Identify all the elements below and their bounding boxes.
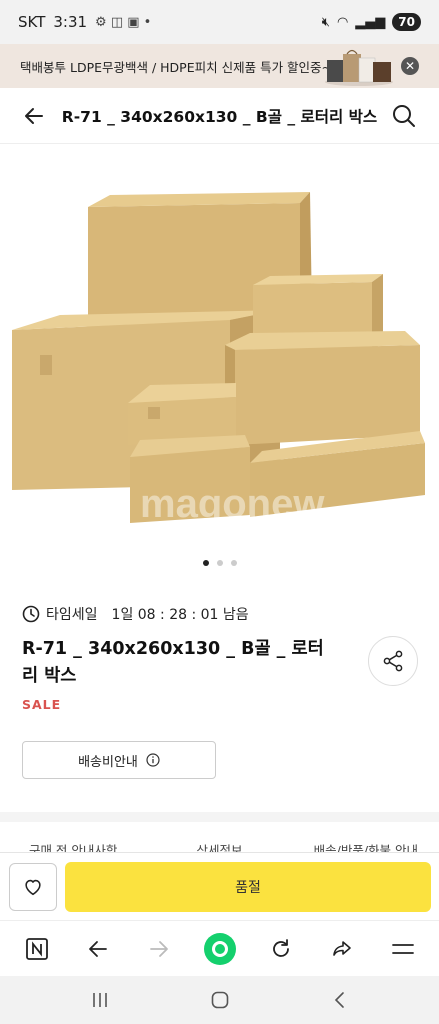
clock-time: 3:31 (53, 13, 88, 31)
close-icon[interactable]: ✕ (401, 57, 419, 75)
browser-back-button[interactable] (78, 929, 118, 969)
arrow-right-icon (149, 940, 168, 957)
carousel-dot[interactable] (216, 560, 223, 566)
browser-toolbar (0, 920, 439, 976)
notification-icons: ⚙ ◫ ▣ • (95, 14, 152, 30)
timesale-label: 타임세일 (46, 607, 98, 623)
recent-apps-icon[interactable] (90, 991, 110, 1009)
green-dot-icon (203, 932, 236, 965)
boxes-illustration (12, 192, 425, 523)
green-dot-button[interactable] (200, 929, 240, 969)
carousel-dot[interactable] (202, 560, 209, 566)
share-icon (383, 650, 403, 672)
system-nav-bar (0, 976, 439, 1024)
clock-icon (22, 605, 40, 623)
product-image[interactable]: magonew (0, 145, 439, 555)
timesale-remaining: 1일 08 : 28 : 01 남음 (111, 607, 249, 623)
arrow-left-icon (88, 940, 107, 957)
search-icon[interactable] (391, 103, 417, 129)
soldout-label: 품절 (235, 880, 261, 896)
reload-icon (272, 938, 289, 957)
wifi-icon: ◠ (336, 14, 349, 30)
heart-icon (25, 879, 41, 896)
arrow-left-icon[interactable] (22, 104, 46, 128)
carousel-dot[interactable] (230, 560, 237, 566)
sale-badge: SALE (22, 697, 62, 712)
promo-text: 택배봉투 LDPE무광백색 / HDPE피치 신제품 특가 할인중~!! (20, 59, 343, 75)
reload-button[interactable] (261, 929, 301, 969)
promo-banner[interactable]: 택배봉투 LDPE무광백색 / HDPE피치 신제품 특가 할인중~!! ✕ (0, 44, 439, 88)
carrier: SKT (18, 13, 46, 31)
home-icon[interactable] (210, 990, 230, 1010)
carousel-dots[interactable] (0, 560, 439, 566)
menu-icon (391, 943, 414, 954)
product-name: R-71 _ 340x260x130 _ B골 _ 로터리 박스 (22, 639, 324, 686)
wishlist-button[interactable] (9, 863, 57, 911)
section-divider (0, 812, 439, 822)
mute-icon: 🔇︎ (321, 14, 330, 30)
soldout-button[interactable]: 품절 (65, 862, 431, 912)
info-icon (146, 753, 160, 767)
browser-share-button[interactable] (322, 929, 362, 969)
bags-image (325, 49, 393, 86)
browser-forward-button[interactable] (139, 929, 179, 969)
shipping-info-label: 배송비안내 (78, 754, 138, 770)
back-icon[interactable] (331, 990, 349, 1010)
menu-button[interactable] (383, 929, 423, 969)
page-title: R-71 _ 340x260x130 _ B골 _ 로터리 박스 (61, 107, 378, 126)
purchase-bar: 품절 (0, 852, 439, 920)
shipping-info-button[interactable]: 배송비안내 (22, 741, 216, 779)
timesale-row: 타임세일 1일 08 : 28 : 01 남음 (22, 604, 249, 624)
naver-home-button[interactable] (17, 929, 57, 969)
naver-n-icon (25, 937, 48, 960)
signal-icon: ▂▄▆ (355, 14, 386, 30)
battery-icon: 70 (392, 13, 421, 31)
share-button[interactable] (368, 636, 418, 686)
watermark: magonew (140, 482, 325, 526)
status-bar: SKT 3:31 ⚙ ◫ ▣ • 🔇︎ ◠ ▂▄▆ 70 (0, 0, 439, 44)
app-header: R-71 _ 340x260x130 _ B골 _ 로터리 박스 (0, 88, 439, 144)
share-arrow-icon (332, 940, 351, 956)
